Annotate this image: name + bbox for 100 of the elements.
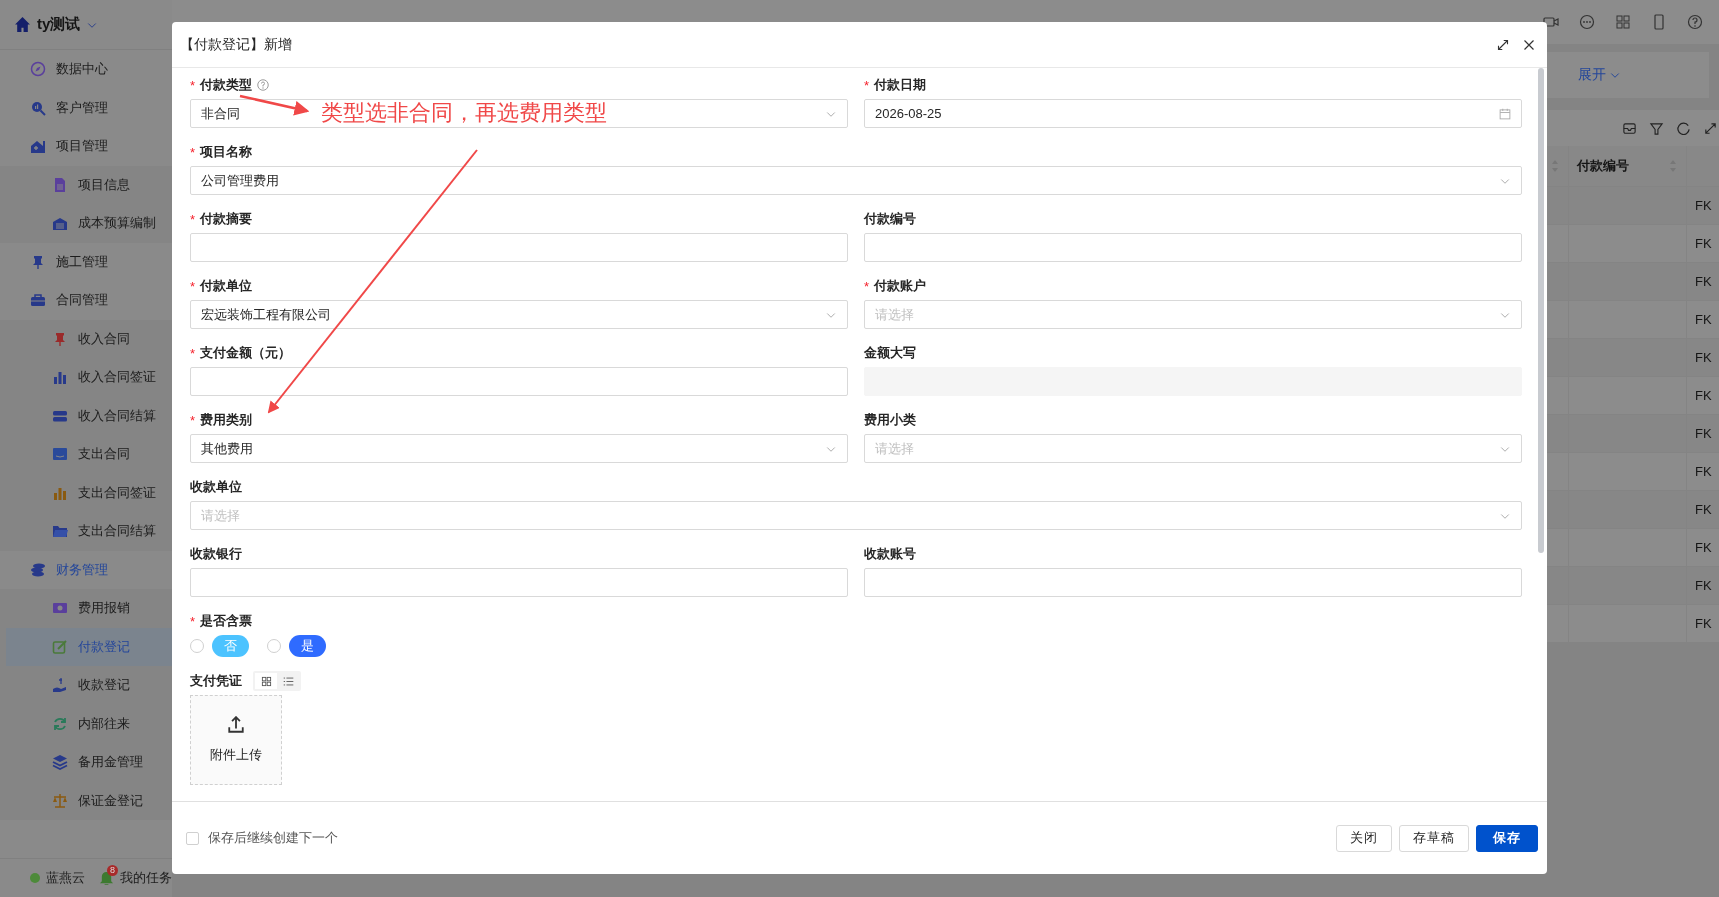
reload-icon[interactable] [1676,120,1691,136]
submenu-item[interactable]: 付款登记 [6,627,172,666]
submenu-item[interactable]: 收入合同结算 [0,396,172,435]
magnifier-icon [30,99,46,116]
grid-icon[interactable] [1615,14,1631,30]
menu-item[interactable]: 项目管理 [0,127,172,166]
submenu-item[interactable]: 支出合同签证 [0,473,172,512]
text-field[interactable] [190,367,848,396]
submenu-item[interactable]: 支出合同 [0,435,172,474]
select-field[interactable]: 公司管理费用 [190,166,1522,195]
tasks-link[interactable]: 我的任务 [120,869,172,887]
select-field[interactable]: 宏远装饰工程有限公司 [190,300,848,329]
required-mark: * [190,278,196,294]
help-icon[interactable] [257,79,270,91]
required-mark: * [190,613,196,629]
phone-icon[interactable] [1651,14,1667,30]
table-cell: FK [1695,236,1712,251]
video-icon[interactable] [1543,14,1559,30]
scrollbar-thumb[interactable] [1538,68,1544,553]
table-cell: FK [1695,502,1712,517]
menu-item[interactable]: 数据中心 [0,50,172,89]
field-label: 是否含票 [200,612,253,630]
table-cell: FK [1695,312,1712,327]
submenu-item[interactable]: 支出合同结算 [0,512,172,551]
fullscreen-icon[interactable] [1703,120,1718,136]
submenu-item[interactable]: 收入合同签证 [0,358,172,397]
menu-item[interactable]: 客户管理 [0,88,172,127]
refresh-icon [52,715,68,732]
field-label: 付款单位 [200,277,253,295]
text-field[interactable] [864,568,1522,597]
table-cell: FK [1695,616,1712,631]
coins-icon [30,561,46,578]
field-label: 收款账号 [864,545,916,563]
grid-icon [260,675,272,687]
text-field[interactable] [864,233,1522,262]
archive-icon[interactable] [1622,120,1637,136]
submenu-item[interactable]: 内部往来 [0,704,172,743]
table-cell: FK [1695,426,1712,441]
calendar-icon [1499,107,1511,120]
dialog-button[interactable]: 关闭 [1336,824,1392,852]
text-field[interactable] [190,568,848,597]
filter-icon[interactable] [1649,120,1664,136]
expand-link[interactable]: 展开 [1578,66,1621,84]
field-label: 付款摘要 [200,210,253,228]
table-cell: FK [1695,198,1712,213]
select-field[interactable]: 其他费用 [190,434,848,463]
field-label: 费用小类 [864,411,916,429]
workspace-name[interactable]: ty测试 [37,15,81,34]
text-field[interactable] [190,233,848,262]
list-icon [282,675,294,687]
date-field[interactable]: 2026-08-25 [864,99,1522,128]
field-label: 收款银行 [190,545,242,563]
table-cell: FK [1695,388,1712,403]
hand-coin-icon [52,677,68,694]
checkbox[interactable] [186,831,199,845]
home-icon [14,16,31,33]
bar-chart-icon [52,369,68,386]
table-cell: FK [1695,578,1712,593]
table-cell: FK [1695,350,1712,365]
menu-item[interactable]: 财务管理 [0,550,172,589]
brand-name: 蓝燕云 [46,869,85,887]
menu-item[interactable]: 合同管理 [0,281,172,320]
submenu-item[interactable]: 收入合同 [0,319,172,358]
checkbox-label[interactable]: 保存后继续创建下一个 [208,829,1329,847]
field-label: 项目名称 [200,143,253,161]
garage-icon [52,215,68,232]
column-header: 付款编号 [1577,157,1629,175]
submenu-item[interactable]: 项目信息 [0,165,172,204]
card-icon [52,446,68,463]
dialog-button[interactable]: 存草稿 [1399,824,1469,852]
field-label: 付款账户 [874,277,927,295]
notification-badge: 8 [107,864,118,876]
folder-icon [52,523,68,540]
field-label: 付款类型 [200,76,253,94]
submenu-item[interactable]: 备用金管理 [0,743,172,782]
field-label: 收款单位 [190,478,242,496]
submenu-item[interactable]: 保证金登记 [0,781,172,820]
chat-icon[interactable] [1579,14,1595,30]
option-tag: 是 [289,635,326,657]
view-toggle[interactable] [255,673,277,689]
required-mark: * [190,211,196,227]
required-mark: * [190,77,196,93]
compass-icon [30,61,46,78]
upload-area[interactable]: 附件上传 [190,695,282,785]
field-label: 付款日期 [874,76,927,94]
field-label: 金额大写 [864,344,916,362]
arrow [239,94,310,116]
submenu-item[interactable]: 成本预算编制 [0,204,172,243]
briefcase-icon [30,292,46,309]
save-button[interactable]: 保存 [1476,824,1538,852]
required-mark: * [190,144,196,160]
help-icon[interactable] [1687,14,1703,30]
document-icon [52,176,68,193]
submenu-item[interactable]: 收款登记 [0,666,172,705]
field-label: 支付凭证 [190,672,242,690]
house-icon [30,138,46,155]
maximize-icon[interactable] [1497,38,1509,51]
menu-item[interactable]: 施工管理 [0,242,172,281]
submenu-item[interactable]: 费用报销 [0,589,172,628]
close-icon[interactable] [1523,38,1535,51]
